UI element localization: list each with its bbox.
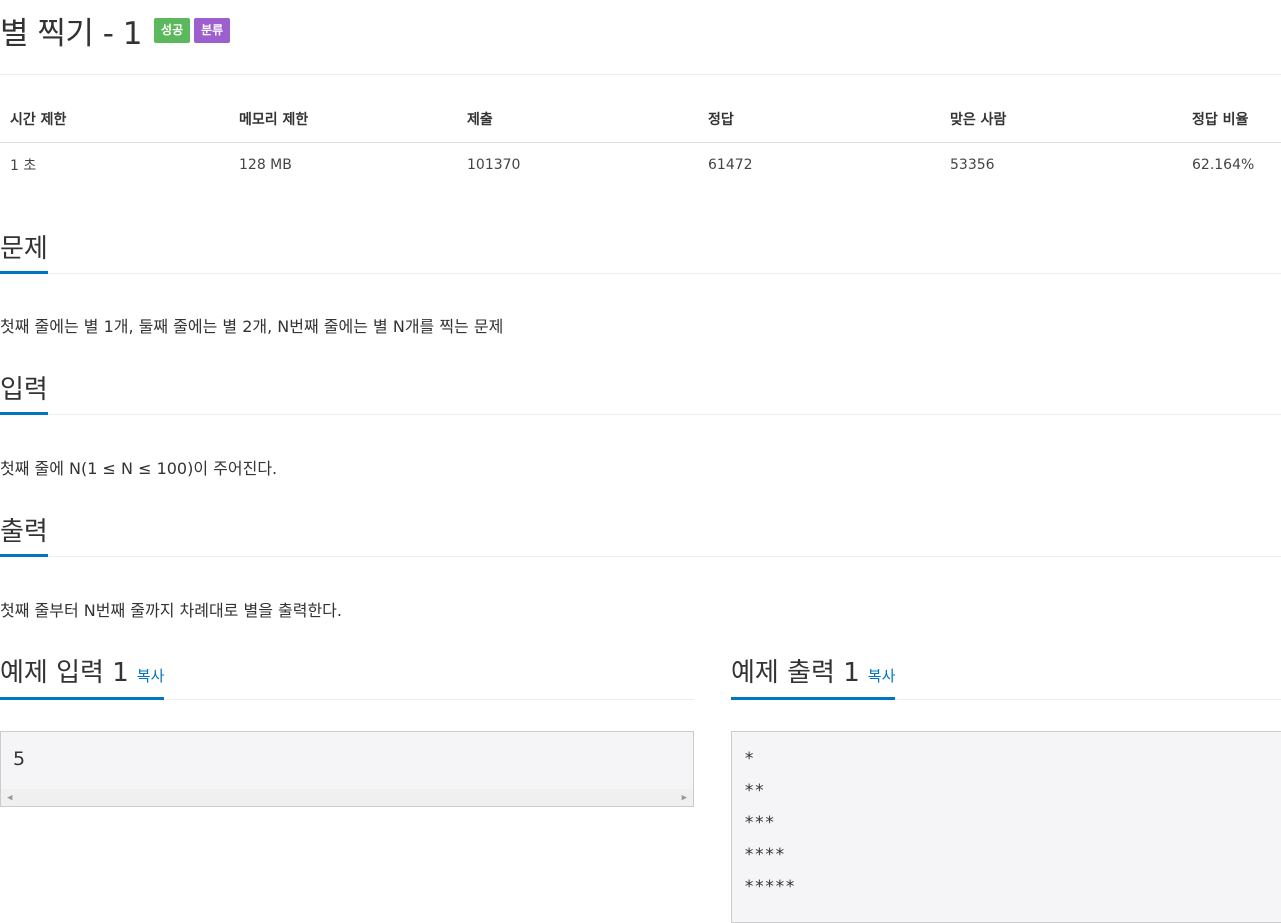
value-memory-limit: 128 MB bbox=[239, 157, 292, 173]
sample-output-title-wrap: 예제 출력 1 복사 bbox=[731, 652, 896, 700]
sample-output-line-3: *** bbox=[744, 813, 775, 833]
output-description: 첫째 줄부터 N번째 줄까지 차례대로 별을 출력한다. bbox=[0, 601, 342, 620]
header-accepted: 정답 bbox=[698, 96, 940, 143]
info-value-row: 1 초 128 MB 101370 61472 53356 62.164% bbox=[0, 143, 1281, 188]
sample-output-content: * ** *** **** ***** bbox=[732, 732, 1281, 903]
problem-section-header: 문제 bbox=[0, 231, 1281, 274]
sample-input-box[interactable]: 5 ◀ ▶ bbox=[0, 731, 694, 807]
sample-output-header: 예제 출력 1 복사 bbox=[731, 641, 1281, 700]
header-solved-users: 맞은 사람 bbox=[940, 96, 1182, 143]
problem-title: 별 찍기 - 1 bbox=[0, 15, 143, 52]
header-submissions: 제출 bbox=[457, 96, 698, 143]
sample-input-title-wrap: 예제 입력 1 복사 bbox=[0, 652, 165, 700]
sample-output-copy-link[interactable]: 복사 bbox=[868, 667, 896, 685]
success-badge[interactable]: 성공 bbox=[154, 17, 191, 43]
value-accepted: 61472 bbox=[708, 157, 753, 173]
scroll-left-arrow-icon[interactable]: ◀ bbox=[7, 793, 12, 803]
sample-output-line-4: **** bbox=[744, 845, 785, 865]
sample-input-title: 예제 입력 1 bbox=[0, 658, 129, 688]
value-solved-users: 53356 bbox=[950, 157, 995, 173]
sample-input-copy-link[interactable]: 복사 bbox=[137, 667, 165, 685]
category-badge[interactable]: 분류 bbox=[194, 17, 231, 43]
sample-output-box[interactable]: * ** *** **** ***** bbox=[731, 731, 1281, 923]
title-divider bbox=[0, 74, 1281, 75]
problem-section-title: 문제 bbox=[0, 228, 48, 274]
output-section-header: 출력 bbox=[0, 514, 1281, 557]
input-description: 첫째 줄에 N(1 ≤ N ≤ 100)이 주어진다. bbox=[0, 459, 278, 478]
title-row: 별 찍기 - 1 성공 분류 bbox=[0, 8, 231, 52]
output-section-title: 출력 bbox=[0, 511, 48, 557]
header-memory-limit: 메모리 제한 bbox=[229, 96, 457, 143]
problem-description: 첫째 줄에는 별 1개, 둘째 줄에는 별 2개, N번째 줄에는 별 N개를 … bbox=[0, 317, 504, 336]
header-accept-ratio: 정답 비율 bbox=[1182, 96, 1281, 143]
sample-input-line: 5 bbox=[13, 748, 26, 770]
sample-output-line-2: ** bbox=[744, 781, 765, 801]
sample-output-line-1: * bbox=[744, 749, 755, 769]
info-header-row: 시간 제한 메모리 제한 제출 정답 맞은 사람 정답 비율 bbox=[0, 96, 1281, 143]
sample-input-scrollbar[interactable]: ◀ ▶ bbox=[1, 789, 693, 806]
problem-info-table: 시간 제한 메모리 제한 제출 정답 맞은 사람 정답 비율 1 초 128 M… bbox=[0, 96, 1281, 187]
header-time-limit: 시간 제한 bbox=[0, 96, 229, 143]
sample-input-header: 예제 입력 1 복사 bbox=[0, 641, 694, 700]
value-accept-ratio: 62.164% bbox=[1192, 157, 1255, 173]
input-section-title: 입력 bbox=[0, 369, 48, 415]
sample-output-line-5: ***** bbox=[744, 877, 796, 897]
sample-output-title: 예제 출력 1 bbox=[731, 658, 860, 688]
value-time-limit: 1 초 bbox=[10, 158, 37, 174]
sample-input-content: 5 bbox=[1, 732, 693, 775]
input-section-header: 입력 bbox=[0, 372, 1281, 415]
scroll-right-arrow-icon[interactable]: ▶ bbox=[682, 793, 687, 803]
value-submissions: 101370 bbox=[467, 157, 521, 173]
